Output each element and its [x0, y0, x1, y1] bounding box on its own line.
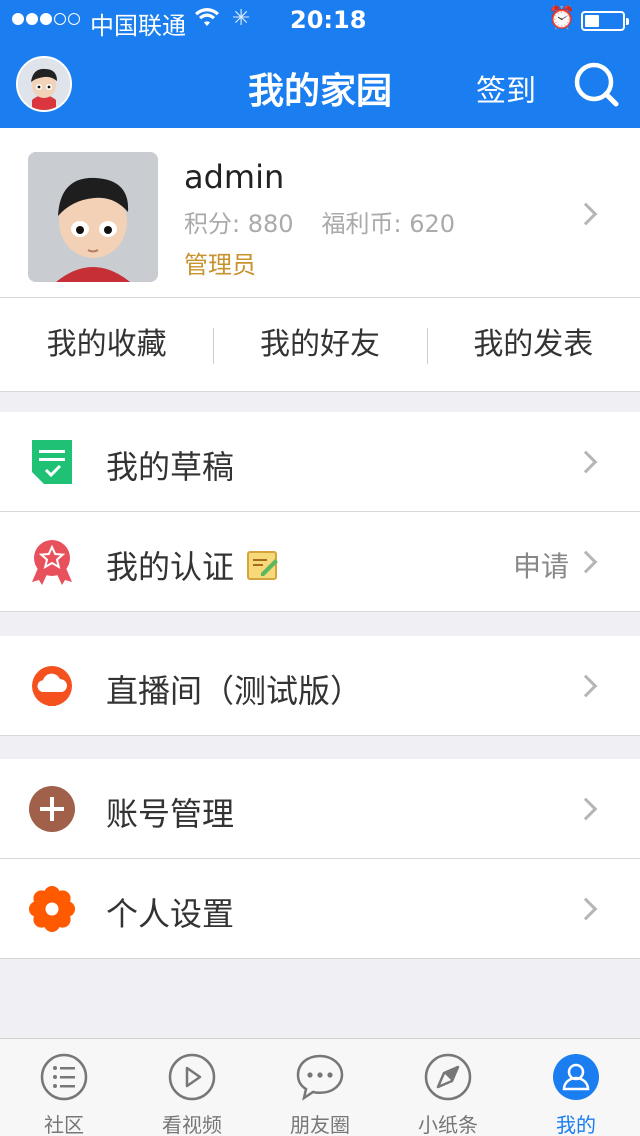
menu-label: 个人设置	[106, 895, 235, 933]
compass-icon	[424, 1053, 472, 1101]
page-title: 我的家园	[247, 71, 392, 112]
alarm-icon: ⏰	[548, 6, 576, 31]
checkin-button[interactable]: 签到	[476, 66, 536, 110]
activity-spinner-icon: ✳	[232, 6, 251, 31]
carrier-name: 中国联通	[90, 12, 186, 40]
favorites-link[interactable]: 我的收藏	[0, 298, 213, 391]
plus-circle-icon	[28, 785, 76, 833]
clock: 20:18	[290, 6, 367, 34]
quick-links: 我的收藏 我的好友 我的发表	[0, 298, 640, 392]
status-bar: 中国联通 ✳ 20:18 ⏰	[0, 0, 640, 40]
apply-link[interactable]: 申请	[513, 545, 569, 585]
draft-icon	[28, 438, 76, 486]
nav-bar: 我的家园 签到	[0, 40, 640, 128]
role-badge: 管理员	[184, 251, 256, 279]
tab-notes[interactable]: 小纸条	[384, 1039, 512, 1136]
chevron-right-icon	[574, 450, 598, 474]
profile-card[interactable]: admin 积分: 880 福利币: 620 管理员	[0, 128, 640, 298]
tab-video[interactable]: 看视频	[128, 1039, 256, 1136]
tab-moments[interactable]: 朋友圈	[256, 1039, 384, 1136]
search-icon[interactable]	[572, 60, 620, 108]
profile-avatar[interactable]	[28, 152, 158, 282]
menu-item-account[interactable]: 账号管理	[0, 759, 640, 859]
tab-label: 看视频	[162, 1113, 222, 1136]
tab-label: 朋友圈	[290, 1113, 350, 1136]
tab-label: 社区	[44, 1113, 84, 1136]
menu-label: 账号管理	[106, 795, 235, 833]
verified-note-icon	[247, 549, 279, 581]
friends-link[interactable]: 我的好友	[213, 298, 426, 391]
chevron-right-icon	[574, 202, 598, 226]
menu-item-settings[interactable]: 个人设置	[0, 859, 640, 959]
menu-item-live[interactable]: 直播间（测试版）	[0, 636, 640, 736]
tab-label: 小纸条	[418, 1113, 478, 1136]
wifi-icon	[194, 6, 220, 38]
tab-community[interactable]: 社区	[0, 1039, 128, 1136]
user-icon	[552, 1053, 600, 1101]
chevron-right-icon	[574, 797, 598, 821]
chevron-right-icon	[574, 674, 598, 698]
tab-mine[interactable]: 我的	[512, 1039, 640, 1136]
coins-label: 福利币: 620	[321, 210, 456, 238]
list-icon	[40, 1053, 88, 1101]
play-icon	[168, 1053, 216, 1101]
gear-icon	[28, 885, 76, 933]
profile-stats: 积分: 880 福利币: 620	[184, 204, 455, 239]
chat-icon	[296, 1053, 344, 1101]
points-label: 积分: 880	[184, 210, 294, 238]
posts-link[interactable]: 我的发表	[426, 298, 640, 391]
chevron-right-icon	[574, 897, 598, 921]
battery-icon	[581, 11, 629, 31]
menu-item-drafts[interactable]: 我的草稿	[0, 412, 640, 512]
tab-bar: 社区 看视频 朋友圈 小纸条 我的	[0, 1038, 640, 1136]
cloud-icon	[28, 662, 76, 710]
menu-item-certification[interactable]: 我的认证 申请	[0, 512, 640, 612]
menu-label: 直播间（测试版）	[106, 672, 363, 710]
tab-label: 我的	[556, 1113, 596, 1136]
menu-label: 我的认证	[106, 548, 235, 586]
badge-icon	[28, 538, 76, 586]
chevron-right-icon	[574, 550, 598, 574]
signal-strength	[12, 13, 80, 25]
username: admin	[184, 158, 285, 196]
menu-label: 我的草稿	[106, 448, 235, 486]
